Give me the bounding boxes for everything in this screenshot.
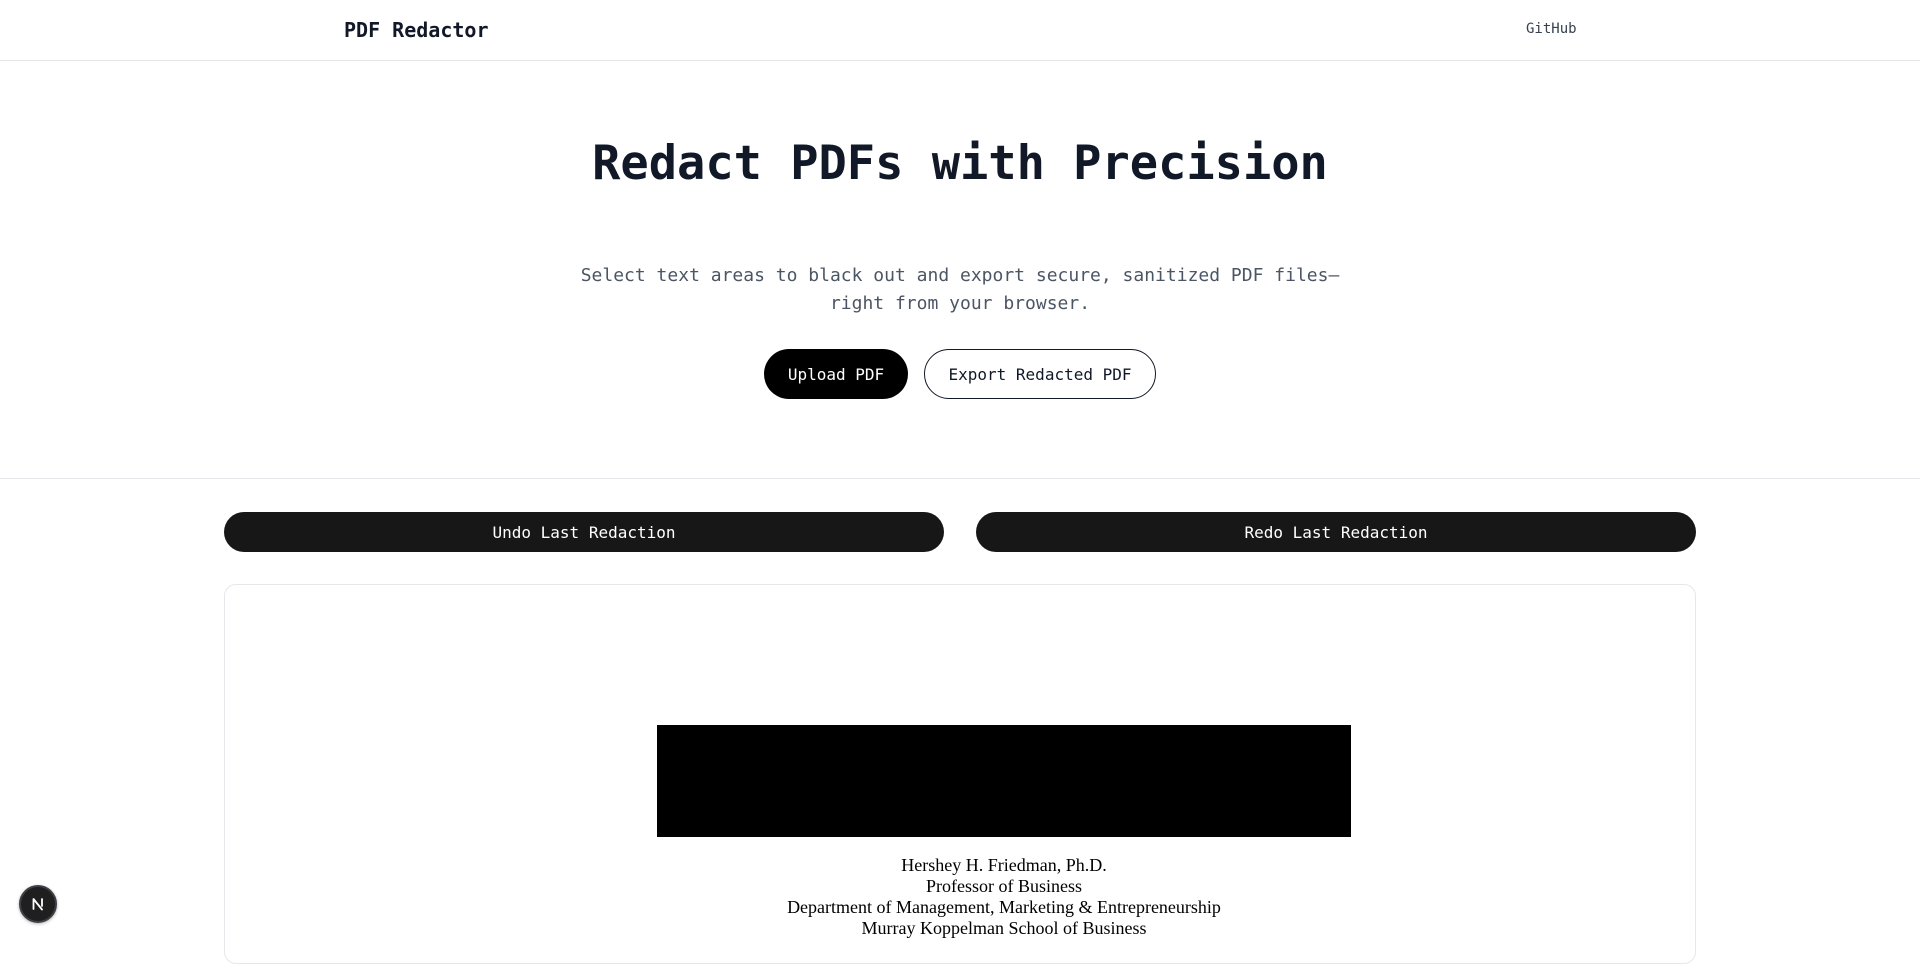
hero-title: Redact PDFs with Precision [592, 136, 1328, 191]
export-redacted-pdf-button[interactable]: Export Redacted PDF [924, 349, 1156, 399]
pdf-text-line[interactable]: Professor of Business [657, 876, 1351, 897]
upload-pdf-button[interactable]: Upload PDF [764, 349, 908, 399]
nextjs-n-icon [32, 898, 43, 911]
pdf-text-line[interactable]: Murray Koppelman School of Business [657, 918, 1351, 939]
pdf-page-text[interactable]: Hershey H. Friedman, Ph.D. Professor of … [657, 855, 1351, 939]
top-nav: PDF Redactor GitHub [0, 0, 1920, 61]
pdf-text-line[interactable]: Hershey H. Friedman, Ph.D. [657, 855, 1351, 876]
pdf-text-line[interactable]: Department of Management, Marketing & En… [657, 897, 1351, 918]
pdf-viewer[interactable]: Hershey H. Friedman, Ph.D. Professor of … [224, 584, 1696, 964]
redaction-box[interactable] [657, 725, 1351, 837]
redo-redaction-button[interactable]: Redo Last Redaction [976, 512, 1696, 552]
github-link[interactable]: GitHub [1526, 21, 1577, 37]
brand-title[interactable]: PDF Redactor [344, 18, 489, 42]
hero-subtitle: Select text areas to black out and expor… [580, 265, 1340, 314]
hero-section: Redact PDFs with Precision Select text a… [0, 61, 1920, 479]
nextjs-dev-badge[interactable] [19, 885, 57, 923]
undo-redaction-button[interactable]: Undo Last Redaction [224, 512, 944, 552]
